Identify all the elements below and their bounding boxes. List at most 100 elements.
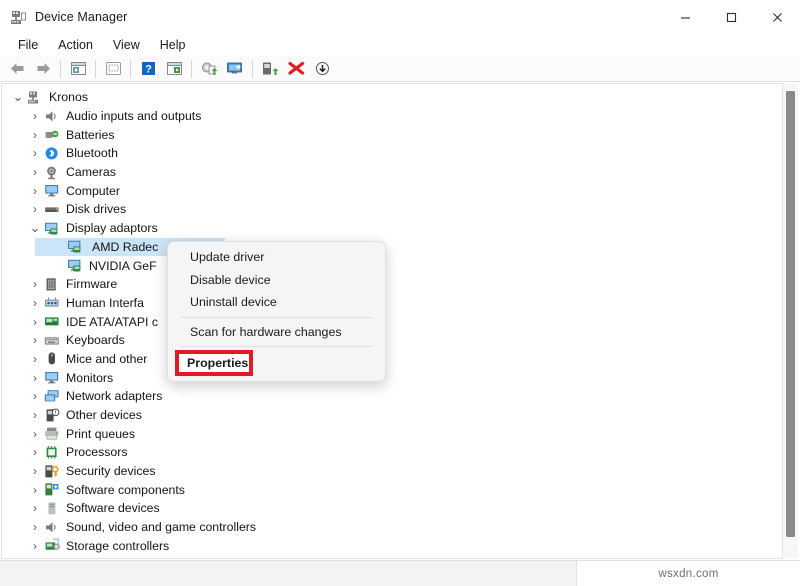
chevron-right-icon[interactable]: › xyxy=(27,165,43,179)
menu-item-label: Scan for hardware changes xyxy=(190,325,342,339)
tree-item[interactable]: › Network adapters xyxy=(2,387,762,406)
tree-item[interactable]: › Computer xyxy=(2,181,762,200)
other-device-icon: ! xyxy=(43,407,61,423)
back-icon[interactable] xyxy=(4,57,30,81)
context-menu-item-scan-for-hardware-changes[interactable]: Scan for hardware changes xyxy=(168,321,385,344)
tree-item[interactable]: › Storage controllers xyxy=(2,537,762,556)
tree-item-label: Network adapters xyxy=(66,389,162,403)
chevron-right-icon[interactable]: › xyxy=(27,146,43,160)
tree-item-label: IDE ATA/ATAPI c xyxy=(66,315,158,329)
scrollbar-thumb[interactable] xyxy=(786,91,795,537)
tree-item-label: AMD Radec xyxy=(89,239,161,255)
properties-icon[interactable] xyxy=(65,57,91,81)
minimize-button[interactable] xyxy=(662,0,708,34)
tree-item[interactable]: ›Sound, video and game controllers xyxy=(2,518,762,537)
device-manager-window: Device Manager File Action View Help xyxy=(0,0,800,586)
tree-item[interactable]: › Bluetooth xyxy=(2,144,762,163)
tree-item[interactable]: › Batteries xyxy=(2,125,762,144)
menu-item-label: Uninstall device xyxy=(190,295,277,309)
tree-item[interactable]: ›Cameras xyxy=(2,163,762,182)
chevron-right-icon[interactable]: › xyxy=(27,427,43,441)
chevron-right-icon[interactable]: › xyxy=(27,184,43,198)
ide-controller-icon xyxy=(43,314,61,330)
tree-item-label: Human Interfa xyxy=(66,296,144,310)
processor-icon xyxy=(43,444,61,460)
chevron-right-icon[interactable]: › xyxy=(27,315,43,329)
chevron-right-icon[interactable]: › xyxy=(27,277,43,291)
help-icon[interactable]: ? xyxy=(135,57,161,81)
scan-hardware-changes-icon[interactable] xyxy=(222,57,248,81)
chevron-right-icon[interactable]: › xyxy=(27,371,43,385)
disable-device-icon[interactable] xyxy=(309,57,335,81)
forward-icon[interactable] xyxy=(30,57,56,81)
menu-help[interactable]: Help xyxy=(150,36,196,54)
tree-item-label: Bluetooth xyxy=(66,146,118,160)
tree-item-label: Firmware xyxy=(66,277,117,291)
toolbar-separator xyxy=(95,60,96,78)
show-hidden-devices-icon[interactable] xyxy=(100,57,126,81)
tree-item[interactable]: ›System devices xyxy=(2,555,762,559)
tree-item[interactable]: › Disk drives xyxy=(2,200,762,219)
firmware-icon xyxy=(43,276,61,292)
menu-separator xyxy=(180,317,373,318)
chevron-right-icon[interactable]: › xyxy=(27,501,43,515)
close-button[interactable] xyxy=(754,0,800,34)
tree-item[interactable]: ›Security devices xyxy=(2,462,762,481)
computer-root-icon xyxy=(26,89,44,105)
tree-item[interactable]: ›Print queues xyxy=(2,424,762,443)
chevron-down-icon[interactable]: ⌄ xyxy=(10,93,26,101)
tree-item[interactable]: ›Software components xyxy=(2,480,762,499)
device-tree-panel[interactable]: ⌄Kronos›Audio inputs and outputs › Batteri… xyxy=(1,83,783,559)
chevron-right-icon[interactable]: › xyxy=(27,408,43,422)
tree-item[interactable]: ⌄Kronos xyxy=(2,88,762,107)
toolbar: ? xyxy=(0,56,800,82)
device-manager-icon xyxy=(9,8,27,26)
tree-item-label: Batteries xyxy=(66,128,115,142)
chevron-right-icon[interactable]: › xyxy=(27,483,43,497)
chevron-right-icon[interactable]: › xyxy=(27,352,43,366)
menu-view[interactable]: View xyxy=(103,36,150,54)
tree-item[interactable]: ›Audio inputs and outputs xyxy=(2,107,762,126)
chevron-right-icon[interactable]: › xyxy=(27,333,43,347)
svg-text:!: ! xyxy=(55,410,57,416)
chevron-right-icon[interactable]: › xyxy=(27,464,43,478)
chevron-down-icon[interactable]: ⌄ xyxy=(27,224,43,232)
context-menu-item-uninstall-device[interactable]: Uninstall device xyxy=(168,291,385,314)
tree-item-label: Storage controllers xyxy=(66,539,169,553)
chevron-right-icon[interactable]: › xyxy=(27,202,43,216)
tree-item-label: Computer xyxy=(66,184,120,198)
maximize-button[interactable] xyxy=(708,0,754,34)
chevron-right-icon[interactable]: › xyxy=(27,520,43,534)
tree-item-label: Mice and other xyxy=(66,352,147,366)
update-driver-icon[interactable] xyxy=(196,57,222,81)
chevron-right-icon[interactable]: › xyxy=(27,296,43,310)
chevron-right-icon[interactable]: › xyxy=(27,128,43,142)
chevron-right-icon[interactable]: › xyxy=(27,389,43,403)
context-menu-item-update-driver[interactable]: Update driver xyxy=(168,246,385,269)
monitor-icon xyxy=(43,370,61,386)
context-menu-item-properties[interactable]: Properties xyxy=(175,350,253,376)
tree-item[interactable]: ›Software devices xyxy=(2,499,762,518)
menu-action[interactable]: Action xyxy=(48,36,103,54)
chevron-right-icon[interactable]: › xyxy=(27,539,43,553)
window-title: Device Manager xyxy=(35,10,127,24)
tree-item[interactable]: ›Processors xyxy=(2,443,762,462)
vertical-scrollbar[interactable] xyxy=(783,84,798,558)
scan-icon[interactable] xyxy=(161,57,187,81)
context-menu[interactable]: Update driver Disable device Uninstall dev… xyxy=(167,241,386,382)
tree-item[interactable]: ⌄Display adaptors xyxy=(2,219,762,238)
chevron-right-icon[interactable]: › xyxy=(27,558,43,559)
menu-item-label: Update driver xyxy=(190,250,264,264)
menu-file[interactable]: File xyxy=(8,36,48,54)
chevron-right-icon[interactable]: › xyxy=(27,445,43,459)
tree-item[interactable]: ›!Other devices xyxy=(2,406,762,425)
chevron-right-icon[interactable]: › xyxy=(27,109,43,123)
tree-item-label: Disk drives xyxy=(66,202,126,216)
system-device-icon xyxy=(43,557,61,559)
tree-item-label: Monitors xyxy=(66,371,113,385)
context-menu-item-disable-device[interactable]: Disable device xyxy=(168,269,385,292)
enable-device-icon[interactable] xyxy=(257,57,283,81)
watermark: wsxdn.com xyxy=(576,561,800,586)
disk-icon xyxy=(43,201,61,217)
uninstall-device-icon[interactable] xyxy=(283,57,309,81)
